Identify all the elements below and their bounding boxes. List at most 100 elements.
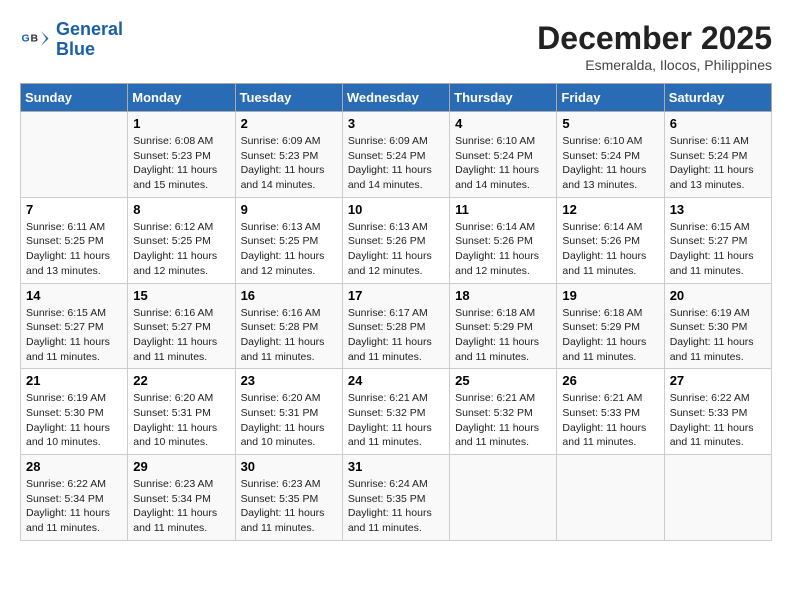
title-block: December 2025 Esmeralda, Ilocos, Philipp… (537, 20, 772, 73)
day-detail: Sunrise: 6:16 AMSunset: 5:27 PMDaylight:… (133, 306, 229, 365)
day-number: 27 (670, 373, 766, 388)
page-header: G B General Blue December 2025 Esmeralda… (20, 20, 772, 73)
day-cell: 13Sunrise: 6:15 AMSunset: 5:27 PMDayligh… (664, 197, 771, 283)
day-number: 12 (562, 202, 658, 217)
day-detail: Sunrise: 6:19 AMSunset: 5:30 PMDaylight:… (26, 391, 122, 450)
day-detail: Sunrise: 6:22 AMSunset: 5:33 PMDaylight:… (670, 391, 766, 450)
day-cell: 29Sunrise: 6:23 AMSunset: 5:34 PMDayligh… (128, 455, 235, 541)
day-detail: Sunrise: 6:24 AMSunset: 5:35 PMDaylight:… (348, 477, 444, 536)
day-cell: 14 Sunrise: 6:15 AMSunset: 5:27 PMDayligh… (21, 283, 128, 369)
day-cell: 18 Sunrise: 6:18 AMSunset: 5:29 PMDayligh… (450, 283, 557, 369)
col-header-thursday: Thursday (450, 84, 557, 112)
svg-text:G: G (22, 32, 30, 44)
day-cell: 31 Sunrise: 6:24 AMSunset: 5:35 PMDayligh… (342, 455, 449, 541)
day-detail: Sunrise: 6:10 AMSunset: 5:24 PMDaylight:… (562, 134, 658, 193)
day-number: 7 (26, 202, 122, 217)
calendar-table: SundayMondayTuesdayWednesdayThursdayFrid… (20, 83, 772, 541)
day-detail: Sunrise: 6:17 AMSunset: 5:28 PMDaylight:… (348, 306, 444, 365)
day-detail: Sunrise: 6:15 AMSunset: 5:27 PMDaylight:… (26, 306, 122, 365)
day-number: 18 (455, 288, 551, 303)
header-row: SundayMondayTuesdayWednesdayThursdayFrid… (21, 84, 772, 112)
day-number: 13 (670, 202, 766, 217)
day-cell: 10 Sunrise: 6:13 AMSunset: 5:26 PMDayligh… (342, 197, 449, 283)
day-cell: 3 Sunrise: 6:09 AMSunset: 5:24 PMDaylight… (342, 112, 449, 198)
day-detail: Sunrise: 6:11 AMSunset: 5:24 PMDaylight:… (670, 134, 766, 193)
day-number: 25 (455, 373, 551, 388)
col-header-tuesday: Tuesday (235, 84, 342, 112)
day-cell: 8Sunrise: 6:12 AMSunset: 5:25 PMDaylight… (128, 197, 235, 283)
day-cell (557, 455, 664, 541)
day-number: 26 (562, 373, 658, 388)
day-detail: Sunrise: 6:11 AMSunset: 5:25 PMDaylight:… (26, 220, 122, 279)
logo: G B General Blue (20, 20, 123, 60)
day-cell: 4Sunrise: 6:10 AMSunset: 5:24 PMDaylight… (450, 112, 557, 198)
day-detail: Sunrise: 6:21 AMSunset: 5:32 PMDaylight:… (348, 391, 444, 450)
day-cell: 9Sunrise: 6:13 AMSunset: 5:25 PMDaylight… (235, 197, 342, 283)
day-cell: 22 Sunrise: 6:20 AMSunset: 5:31 PMDayligh… (128, 369, 235, 455)
day-number: 23 (241, 373, 337, 388)
day-detail: Sunrise: 6:21 AMSunset: 5:33 PMDaylight:… (562, 391, 658, 450)
logo-blue: Blue (56, 40, 123, 60)
week-row-5: 28Sunrise: 6:22 AMSunset: 5:34 PMDayligh… (21, 455, 772, 541)
day-cell (450, 455, 557, 541)
day-number: 10 (348, 202, 444, 217)
month-year: December 2025 (537, 20, 772, 57)
day-number: 30 (241, 459, 337, 474)
col-header-wednesday: Wednesday (342, 84, 449, 112)
day-cell: 26 Sunrise: 6:21 AMSunset: 5:33 PMDayligh… (557, 369, 664, 455)
day-detail: Sunrise: 6:08 AMSunset: 5:23 PMDaylight:… (133, 134, 229, 193)
day-number: 6 (670, 116, 766, 131)
day-cell: 21Sunrise: 6:19 AMSunset: 5:30 PMDayligh… (21, 369, 128, 455)
day-number: 1 (133, 116, 229, 131)
day-number: 24 (348, 373, 444, 388)
day-cell: 25 Sunrise: 6:21 AMSunset: 5:32 PMDayligh… (450, 369, 557, 455)
day-number: 19 (562, 288, 658, 303)
day-detail: Sunrise: 6:09 AMSunset: 5:24 PMDaylight:… (348, 134, 444, 193)
day-detail: Sunrise: 6:12 AMSunset: 5:25 PMDaylight:… (133, 220, 229, 279)
day-cell: 30Sunrise: 6:23 AMSunset: 5:35 PMDayligh… (235, 455, 342, 541)
day-cell: 23 Sunrise: 6:20 AMSunset: 5:31 PMDayligh… (235, 369, 342, 455)
day-number: 2 (241, 116, 337, 131)
col-header-saturday: Saturday (664, 84, 771, 112)
week-row-1: 1 Sunrise: 6:08 AMSunset: 5:23 PMDaylight… (21, 112, 772, 198)
col-header-friday: Friday (557, 84, 664, 112)
svg-text:B: B (31, 32, 39, 44)
location: Esmeralda, Ilocos, Philippines (537, 57, 772, 73)
day-detail: Sunrise: 6:13 AMSunset: 5:26 PMDaylight:… (348, 220, 444, 279)
day-cell: 28Sunrise: 6:22 AMSunset: 5:34 PMDayligh… (21, 455, 128, 541)
day-number: 17 (348, 288, 444, 303)
day-cell: 5 Sunrise: 6:10 AMSunset: 5:24 PMDaylight… (557, 112, 664, 198)
col-header-monday: Monday (128, 84, 235, 112)
day-number: 28 (26, 459, 122, 474)
day-number: 3 (348, 116, 444, 131)
day-number: 5 (562, 116, 658, 131)
day-cell: 1 Sunrise: 6:08 AMSunset: 5:23 PMDaylight… (128, 112, 235, 198)
day-detail: Sunrise: 6:20 AMSunset: 5:31 PMDaylight:… (241, 391, 337, 450)
day-number: 16 (241, 288, 337, 303)
day-detail: Sunrise: 6:21 AMSunset: 5:32 PMDaylight:… (455, 391, 551, 450)
day-cell: 16 Sunrise: 6:16 AMSunset: 5:28 PMDayligh… (235, 283, 342, 369)
week-row-3: 14 Sunrise: 6:15 AMSunset: 5:27 PMDayligh… (21, 283, 772, 369)
day-cell: 7 Sunrise: 6:11 AMSunset: 5:25 PMDaylight… (21, 197, 128, 283)
day-number: 31 (348, 459, 444, 474)
day-detail: Sunrise: 6:18 AMSunset: 5:29 PMDaylight:… (455, 306, 551, 365)
day-number: 9 (241, 202, 337, 217)
day-cell: 12 Sunrise: 6:14 AMSunset: 5:26 PMDayligh… (557, 197, 664, 283)
day-number: 14 (26, 288, 122, 303)
logo-icon: G B (20, 25, 50, 55)
day-detail: Sunrise: 6:20 AMSunset: 5:31 PMDaylight:… (133, 391, 229, 450)
day-detail: Sunrise: 6:16 AMSunset: 5:28 PMDaylight:… (241, 306, 337, 365)
day-detail: Sunrise: 6:14 AMSunset: 5:26 PMDaylight:… (562, 220, 658, 279)
day-cell: 24 Sunrise: 6:21 AMSunset: 5:32 PMDayligh… (342, 369, 449, 455)
day-detail: Sunrise: 6:18 AMSunset: 5:29 PMDaylight:… (562, 306, 658, 365)
day-detail: Sunrise: 6:23 AMSunset: 5:34 PMDaylight:… (133, 477, 229, 536)
day-detail: Sunrise: 6:09 AMSunset: 5:23 PMDaylight:… (241, 134, 337, 193)
day-cell: 2 Sunrise: 6:09 AMSunset: 5:23 PMDaylight… (235, 112, 342, 198)
day-cell: 17 Sunrise: 6:17 AMSunset: 5:28 PMDayligh… (342, 283, 449, 369)
day-number: 22 (133, 373, 229, 388)
day-cell (664, 455, 771, 541)
week-row-2: 7 Sunrise: 6:11 AMSunset: 5:25 PMDaylight… (21, 197, 772, 283)
day-cell: 11Sunrise: 6:14 AMSunset: 5:26 PMDayligh… (450, 197, 557, 283)
day-cell: 20Sunrise: 6:19 AMSunset: 5:30 PMDayligh… (664, 283, 771, 369)
day-number: 11 (455, 202, 551, 217)
